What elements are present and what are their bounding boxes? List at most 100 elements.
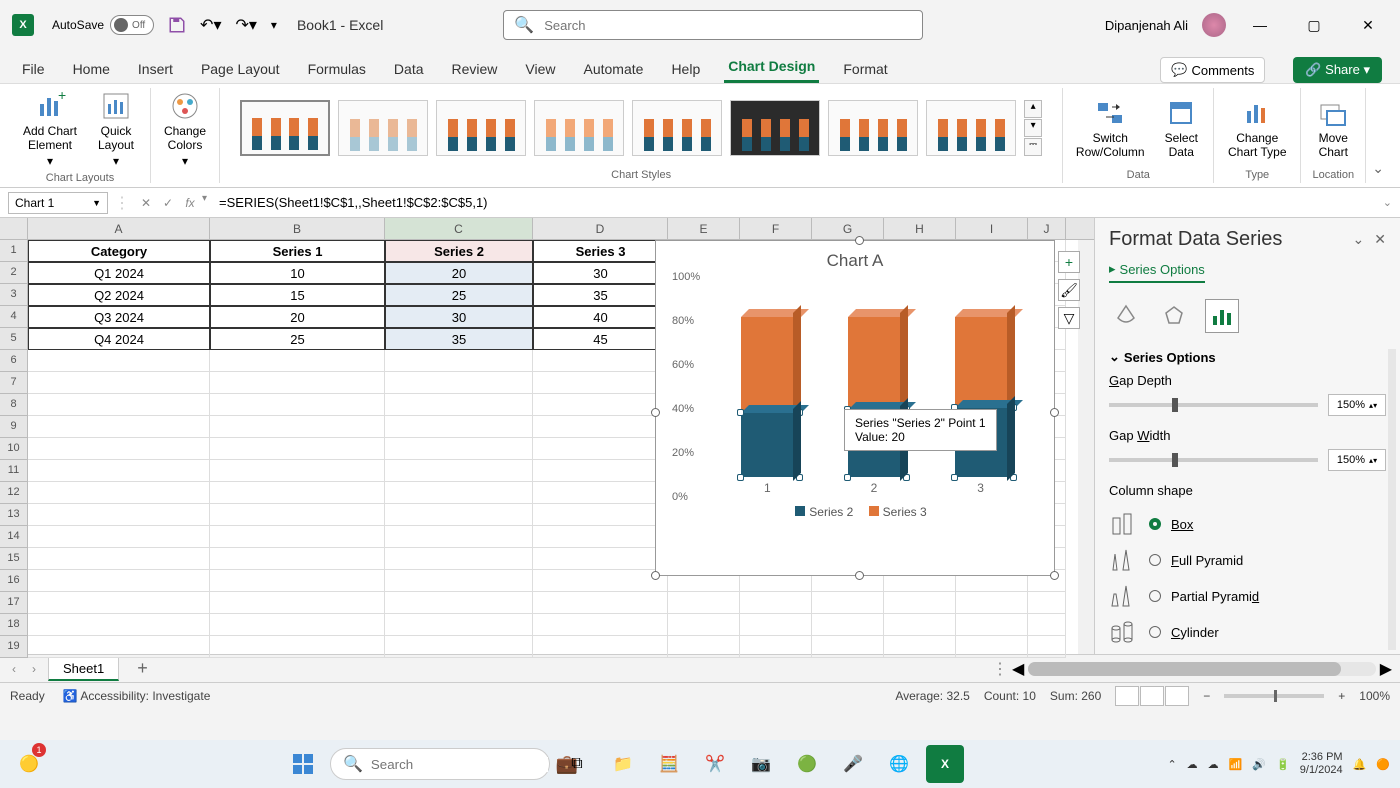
- chart-bar[interactable]: 1: [741, 317, 793, 477]
- qat-more-icon[interactable]: ▾: [271, 18, 277, 32]
- cell[interactable]: [210, 416, 385, 438]
- camera-icon[interactable]: 📷: [742, 745, 780, 783]
- shape-option-full-pyramid[interactable]: Full Pyramid: [1109, 542, 1386, 578]
- cell[interactable]: Q4 2024: [28, 328, 210, 350]
- tab-formulas[interactable]: Formulas: [304, 55, 370, 83]
- col-header-f[interactable]: F: [740, 218, 812, 239]
- chart-title[interactable]: Chart A: [656, 241, 1054, 277]
- embedded-chart[interactable]: + 🖌 ▽ Chart A 100% 80% 60% 40% 20% 0% 12…: [655, 240, 1055, 576]
- row-header[interactable]: 8: [0, 394, 28, 416]
- formula-input[interactable]: [213, 195, 1377, 210]
- fx-icon[interactable]: fx: [180, 193, 200, 213]
- move-chart-button[interactable]: Move Chart: [1309, 95, 1357, 161]
- gap-depth-slider[interactable]: [1109, 403, 1318, 407]
- cell[interactable]: [533, 460, 668, 482]
- cell[interactable]: [28, 592, 210, 614]
- cell[interactable]: [28, 482, 210, 504]
- tray-chevron-icon[interactable]: ⌃: [1167, 758, 1176, 771]
- gap-depth-value[interactable]: 150% ▴▾: [1328, 394, 1386, 416]
- zoom-out-button[interactable]: −: [1203, 689, 1210, 703]
- cell[interactable]: [533, 592, 668, 614]
- search-box[interactable]: 🔍: [503, 10, 923, 40]
- cell[interactable]: [28, 372, 210, 394]
- chart-style-1[interactable]: [240, 100, 330, 156]
- chart-elements-button[interactable]: +: [1058, 251, 1080, 273]
- tab-insert[interactable]: Insert: [134, 55, 177, 83]
- cell[interactable]: 30: [533, 262, 668, 284]
- cell[interactable]: [28, 350, 210, 372]
- row-header[interactable]: 13: [0, 504, 28, 526]
- cell[interactable]: [533, 438, 668, 460]
- sheet-nav-prev[interactable]: ‹: [8, 662, 20, 676]
- chart-filters-button[interactable]: ▽: [1058, 307, 1080, 329]
- row-header[interactable]: 17: [0, 592, 28, 614]
- col-header-g[interactable]: G: [812, 218, 884, 239]
- taskbar-weather-icon[interactable]: 🟡1: [10, 745, 48, 783]
- col-header-d[interactable]: D: [533, 218, 668, 239]
- cell[interactable]: [210, 350, 385, 372]
- cell[interactable]: [1028, 592, 1066, 614]
- row-header[interactable]: 15: [0, 548, 28, 570]
- cell[interactable]: [533, 504, 668, 526]
- row-header[interactable]: 7: [0, 372, 28, 394]
- share-button[interactable]: 🔗 Share ▾: [1293, 57, 1382, 83]
- cell[interactable]: [884, 614, 956, 636]
- cell[interactable]: [385, 636, 533, 658]
- switch-row-column-button[interactable]: Switch Row/Column: [1071, 95, 1149, 161]
- cell[interactable]: [812, 614, 884, 636]
- mic-icon[interactable]: 🎤: [834, 745, 872, 783]
- gap-width-value[interactable]: 150% ▴▾: [1328, 449, 1386, 471]
- task-view-icon[interactable]: ⧉: [558, 745, 596, 783]
- cell[interactable]: [740, 636, 812, 658]
- cell[interactable]: [668, 592, 740, 614]
- tray-onedrive-icon[interactable]: ☁: [1208, 758, 1219, 771]
- redo-icon[interactable]: ↷▾: [235, 15, 256, 35]
- row-header[interactable]: 19: [0, 636, 28, 658]
- taskbar-clock[interactable]: 2:36 PM9/1/2024: [1300, 751, 1343, 777]
- row-header[interactable]: 14: [0, 526, 28, 548]
- search-input[interactable]: [544, 18, 912, 33]
- chart-bar[interactable]: 3: [955, 317, 1007, 477]
- spotify-icon[interactable]: 🟢: [788, 745, 826, 783]
- chart-style-4[interactable]: [534, 100, 624, 156]
- effects-icon[interactable]: [1157, 299, 1191, 333]
- cell[interactable]: Q1 2024: [28, 262, 210, 284]
- hscroll-right[interactable]: ▶: [1380, 659, 1392, 679]
- zoom-in-button[interactable]: +: [1338, 689, 1345, 703]
- shape-option-box[interactable]: Box: [1109, 506, 1386, 542]
- pane-dropdown-icon[interactable]: ⌄: [1353, 231, 1365, 248]
- chart-styles-button[interactable]: 🖌: [1058, 279, 1080, 301]
- name-box[interactable]: Chart 1▼: [8, 192, 108, 214]
- maximize-button[interactable]: ▢: [1294, 11, 1334, 39]
- tab-file[interactable]: File: [18, 55, 49, 83]
- cell[interactable]: [385, 350, 533, 372]
- cell[interactable]: [533, 416, 668, 438]
- cell[interactable]: [812, 592, 884, 614]
- cell[interactable]: [1028, 636, 1066, 658]
- cell[interactable]: [533, 548, 668, 570]
- cell[interactable]: [210, 636, 385, 658]
- chart-bar[interactable]: 2: [848, 317, 900, 477]
- cell[interactable]: [210, 614, 385, 636]
- row-header[interactable]: 18: [0, 614, 28, 636]
- cell[interactable]: [385, 504, 533, 526]
- cell[interactable]: [533, 394, 668, 416]
- cell[interactable]: [28, 460, 210, 482]
- cell[interactable]: [210, 482, 385, 504]
- pane-scrollbar[interactable]: [1388, 349, 1396, 650]
- calculator-icon[interactable]: 🧮: [650, 745, 688, 783]
- quick-layout-button[interactable]: Quick Layout▾: [90, 88, 142, 170]
- cell[interactable]: [28, 570, 210, 592]
- tab-chart-design[interactable]: Chart Design: [724, 52, 819, 83]
- taskbar-search[interactable]: 🔍 💼: [330, 748, 550, 780]
- cell[interactable]: 25: [210, 328, 385, 350]
- view-normal-button[interactable]: [1115, 686, 1139, 706]
- col-header-a[interactable]: A: [28, 218, 210, 239]
- file-explorer-icon[interactable]: 📁: [604, 745, 642, 783]
- cell[interactable]: 40: [533, 306, 668, 328]
- series-options-section[interactable]: ⌄ Series Options: [1109, 349, 1386, 365]
- cell[interactable]: [668, 614, 740, 636]
- cell[interactable]: [28, 614, 210, 636]
- tray-battery-icon[interactable]: 🔋: [1276, 758, 1290, 771]
- row-header[interactable]: 16: [0, 570, 28, 592]
